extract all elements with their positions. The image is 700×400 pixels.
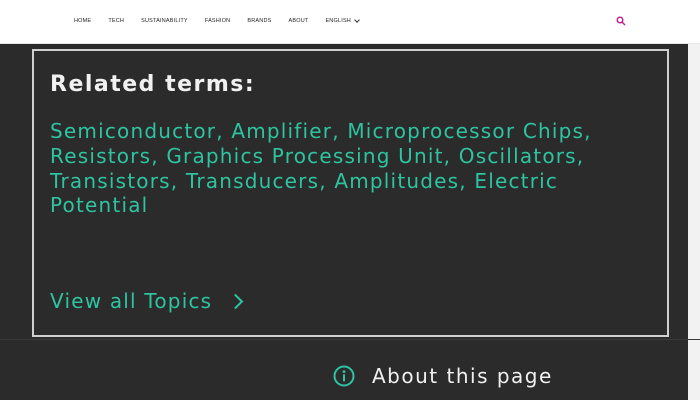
about-this-page-button[interactable]: About this page bbox=[333, 364, 553, 388]
page-edge bbox=[688, 44, 700, 400]
chevron-down-icon bbox=[354, 17, 360, 23]
nav-item-sustainability[interactable]: SUSTAINABILITY bbox=[141, 18, 188, 24]
nav-item-about[interactable]: ABOUT bbox=[288, 18, 308, 24]
section-divider bbox=[0, 339, 700, 340]
chevron-right-icon bbox=[228, 293, 244, 309]
view-all-topics-label: View all Topics bbox=[50, 289, 213, 313]
about-this-page-label: About this page bbox=[372, 364, 553, 388]
nav-item-home[interactable]: HOME bbox=[74, 18, 91, 24]
nav-item-tech[interactable]: TECH bbox=[108, 18, 124, 24]
language-label: ENGLISH bbox=[325, 18, 351, 24]
nav-item-brands[interactable]: BRANDS bbox=[247, 18, 271, 24]
related-terms-heading: Related terms: bbox=[50, 72, 256, 97]
nav-menu: HOME TECH SUSTAINABILITY FASHION BRANDS … bbox=[74, 17, 376, 24]
nav-item-fashion[interactable]: FASHION bbox=[205, 18, 231, 24]
view-all-topics-link[interactable]: View all Topics bbox=[50, 289, 244, 313]
language-selector[interactable]: ENGLISH bbox=[325, 17, 360, 24]
top-navigation: HOME TECH SUSTAINABILITY FASHION BRANDS … bbox=[0, 0, 700, 44]
info-icon bbox=[333, 365, 355, 387]
search-icon[interactable] bbox=[616, 16, 626, 26]
related-terms-links[interactable]: Semiconductor, Amplifier, Microprocessor… bbox=[50, 119, 640, 218]
